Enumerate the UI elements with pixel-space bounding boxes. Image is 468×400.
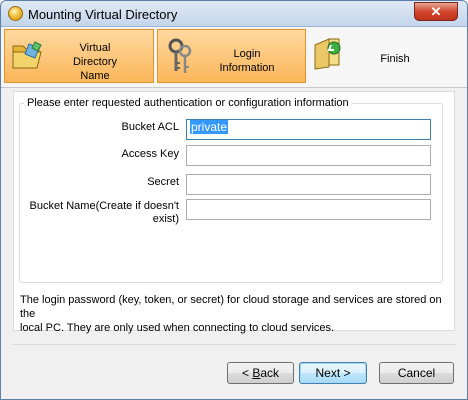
step-1-line2: Directory bbox=[72, 56, 117, 68]
group-title: Please enter requested authentication or… bbox=[24, 97, 352, 109]
cancel-button[interactable]: Cancel bbox=[379, 362, 454, 384]
close-button[interactable]: ✕ bbox=[414, 2, 458, 21]
step-1-line3: Name bbox=[80, 70, 110, 82]
secret-input[interactable] bbox=[186, 174, 431, 195]
footer-separator bbox=[13, 344, 455, 345]
wizard-steps: Virtual Directory Name Login Information bbox=[1, 27, 467, 88]
info-line2: local PC. They are only used when connec… bbox=[20, 322, 335, 334]
step-login-information: Login Information bbox=[157, 29, 306, 83]
step-virtual-directory-name: Virtual Directory Name bbox=[4, 29, 154, 83]
keys-icon bbox=[168, 38, 192, 73]
step-finish: Finish bbox=[309, 29, 465, 83]
bucket-acl-label: Bucket ACL bbox=[121, 121, 179, 133]
step-1-label: Virtual Directory Name bbox=[55, 41, 135, 83]
bucket-name-label-line2: exist) bbox=[152, 213, 179, 225]
bucket-name-label-line1: Bucket Name(Create if doesn't bbox=[29, 200, 179, 212]
secret-label: Secret bbox=[147, 176, 179, 188]
next-button[interactable]: Next > bbox=[299, 362, 367, 384]
step-2-line1: Login bbox=[233, 48, 261, 60]
bucket-name-input[interactable] bbox=[186, 199, 431, 220]
step-1-line1: Virtual bbox=[79, 42, 111, 54]
dialog-window: Mounting Virtual Directory ✕ Virtual Dir… bbox=[0, 0, 468, 400]
access-key-label: Access Key bbox=[121, 148, 179, 160]
step-2-label: Login Information bbox=[202, 47, 292, 75]
info-text: The login password (key, token, or secre… bbox=[20, 293, 450, 335]
bucket-acl-value: private bbox=[190, 120, 229, 134]
title-bar[interactable]: Mounting Virtual Directory ✕ bbox=[1, 1, 467, 27]
bucket-acl-input[interactable]: private bbox=[186, 119, 431, 140]
back-rest: ack bbox=[260, 366, 280, 380]
bucket-name-label: Bucket Name(Create if doesn't exist) bbox=[13, 200, 179, 226]
access-key-input[interactable] bbox=[186, 145, 431, 166]
back-prefix: < bbox=[241, 366, 253, 380]
back-button[interactable]: < Back bbox=[227, 362, 294, 384]
folder-open-icon bbox=[12, 41, 42, 69]
app-icon bbox=[8, 6, 23, 21]
step-3-label: Finish bbox=[380, 53, 410, 65]
step-2-line2: Information bbox=[219, 62, 275, 74]
window-title: Mounting Virtual Directory bbox=[28, 7, 178, 22]
folder-check-icon bbox=[314, 38, 341, 70]
info-line1: The login password (key, token, or secre… bbox=[20, 294, 442, 320]
